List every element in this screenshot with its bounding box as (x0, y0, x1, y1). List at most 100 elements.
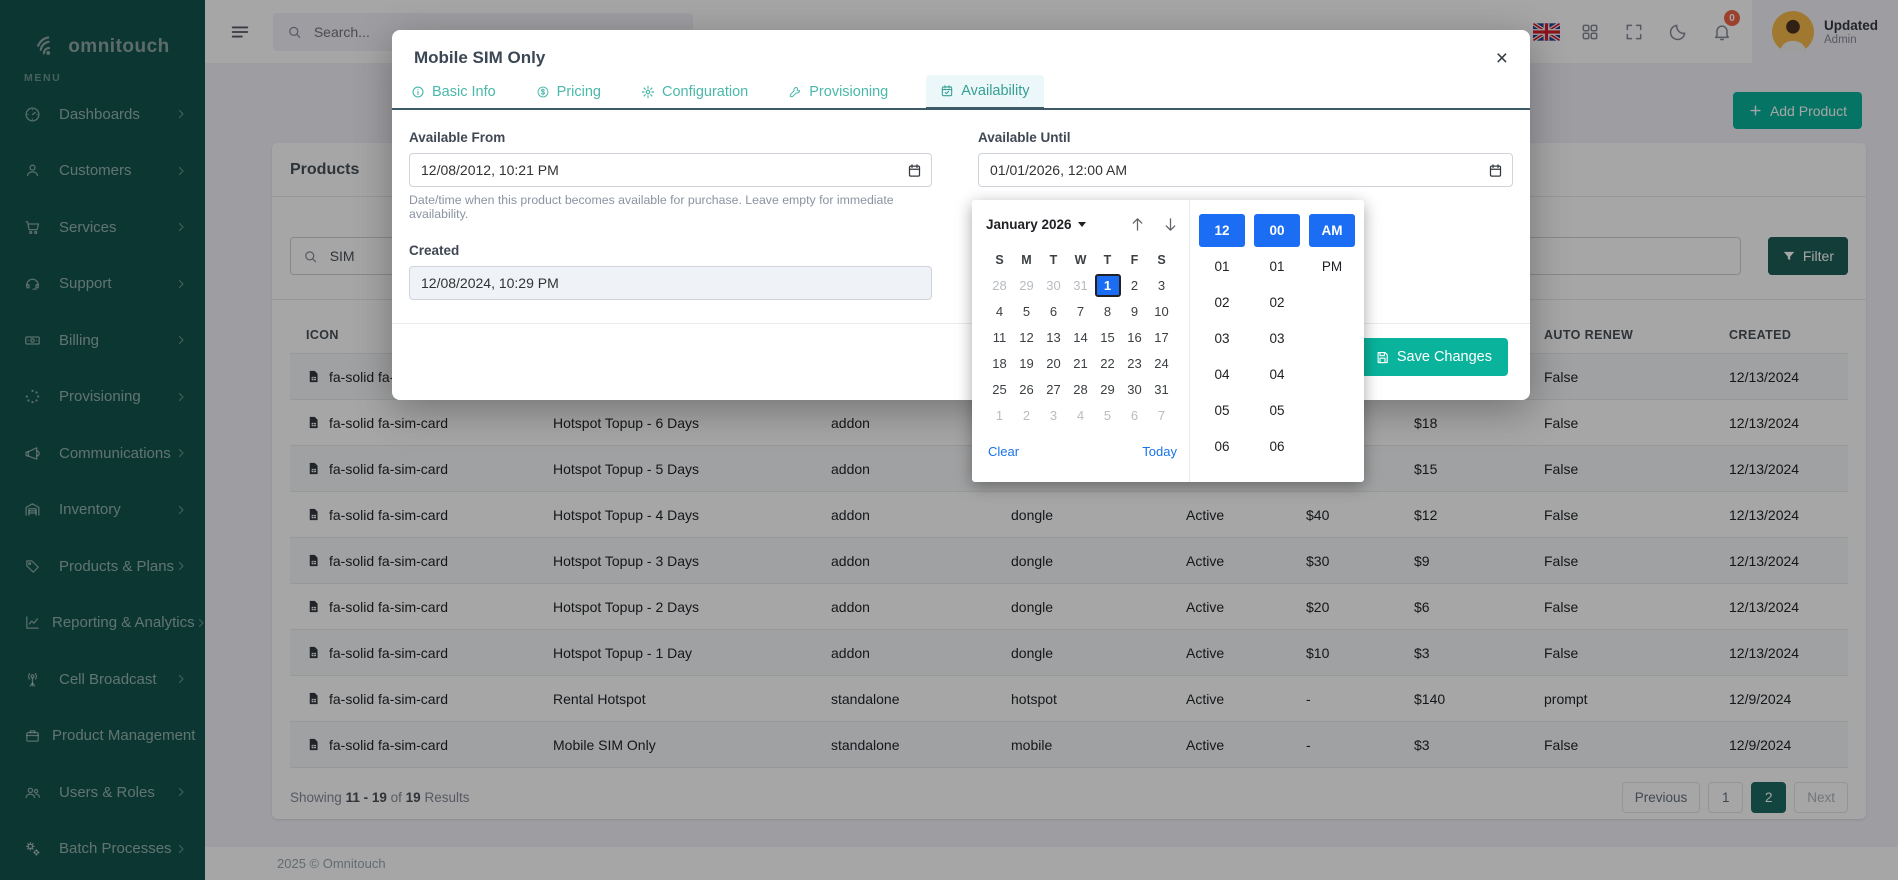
calendar-day[interactable]: 8 (1095, 300, 1121, 323)
calendar-day[interactable]: 15 (1095, 326, 1121, 349)
calendar-day[interactable]: 23 (1122, 352, 1148, 375)
available-from-field (409, 153, 932, 187)
weekday-label: F (1131, 253, 1139, 267)
calendar-week-row: 28293031123 (986, 272, 1179, 298)
calendar-day[interactable]: 27 (1041, 378, 1067, 401)
calendar-day[interactable]: 24 (1149, 352, 1175, 375)
tab-label: Basic Info (432, 84, 496, 100)
tab-pricing[interactable]: Pricing (534, 76, 603, 108)
calendar-day[interactable]: 26 (1014, 378, 1040, 401)
calendar-day[interactable]: 13 (1041, 326, 1067, 349)
hour-option[interactable]: 02 (1199, 286, 1245, 319)
calendar-icon[interactable] (907, 163, 922, 178)
save-icon (1375, 350, 1390, 365)
calendar-day[interactable]: 16 (1122, 326, 1148, 349)
hour-column: 12010203040506 (1199, 214, 1245, 482)
minute-option[interactable]: 01 (1254, 250, 1300, 283)
save-changes-button[interactable]: Save Changes (1359, 338, 1508, 376)
available-until-input[interactable] (979, 162, 1512, 178)
hour-option[interactable]: 01 (1199, 250, 1245, 283)
gear-icon (641, 85, 655, 99)
weekday-label: W (1075, 253, 1087, 267)
calendar-day[interactable]: 7 (1068, 300, 1094, 323)
calendar-day[interactable]: 3 (1149, 274, 1175, 297)
calendar-day[interactable]: 12 (1014, 326, 1040, 349)
minute-option[interactable]: 03 (1254, 322, 1300, 355)
calendar-day[interactable]: 17 (1149, 326, 1175, 349)
calendar-day[interactable]: 31 (1068, 274, 1094, 297)
calendar-week-row: 45678910 (986, 298, 1179, 324)
calendar-day[interactable]: 29 (1014, 274, 1040, 297)
calendar-day[interactable]: 18 (987, 352, 1013, 375)
tab-provisioning[interactable]: Provisioning (786, 76, 890, 108)
calendar-day-selected[interactable]: 1 (1095, 274, 1121, 297)
minute-option[interactable]: 02 (1254, 286, 1300, 319)
calendar-panel: January 2026 SMTWTFS 2829303112345678910… (972, 200, 1189, 482)
next-month-arrow-icon[interactable] (1162, 216, 1179, 233)
available-from-help: Date/time when this product becomes avai… (409, 193, 932, 221)
meridiem-option[interactable]: PM (1309, 250, 1355, 283)
minute-option-selected[interactable]: 00 (1254, 214, 1300, 247)
minute-option[interactable]: 05 (1254, 394, 1300, 427)
calendar-day[interactable]: 25 (987, 378, 1013, 401)
calendar-week-row: 11121314151617 (986, 324, 1179, 350)
calendar-day[interactable]: 30 (1122, 378, 1148, 401)
weekday-label: S (995, 253, 1003, 267)
calendar-day[interactable]: 7 (1149, 404, 1175, 427)
calendar-day[interactable]: 1 (987, 404, 1013, 427)
calendar-grid: 2829303112345678910111213141516171819202… (986, 272, 1179, 428)
calendar-day[interactable]: 9 (1122, 300, 1148, 323)
available-from-input[interactable] (410, 162, 931, 178)
close-icon[interactable]: × (1496, 48, 1508, 69)
minute-option[interactable]: 06 (1254, 430, 1300, 463)
calendar-day[interactable]: 2 (1014, 404, 1040, 427)
created-label: Created (409, 243, 932, 258)
calendar-day[interactable]: 28 (987, 274, 1013, 297)
calendar-day[interactable]: 2 (1122, 274, 1148, 297)
tab-label: Configuration (662, 84, 748, 100)
calendar-day[interactable]: 6 (1041, 300, 1067, 323)
calendar-day[interactable]: 20 (1041, 352, 1067, 375)
calendar-day[interactable]: 10 (1149, 300, 1175, 323)
calendar-day[interactable]: 3 (1041, 404, 1067, 427)
hour-option-selected[interactable]: 12 (1199, 214, 1245, 247)
datetime-picker-popup: January 2026 SMTWTFS 2829303112345678910… (972, 200, 1364, 482)
app-root: { "sidebar": { "brand": "omnitouch", "me… (0, 0, 1898, 880)
calendar-day[interactable]: 28 (1068, 378, 1094, 401)
calendar-day[interactable]: 21 (1068, 352, 1094, 375)
calendar-day[interactable]: 11 (987, 326, 1013, 349)
hour-option[interactable]: 06 (1199, 430, 1245, 463)
calendar-day[interactable]: 22 (1095, 352, 1121, 375)
modal-header: Mobile SIM Only × (392, 30, 1530, 69)
calendar-day[interactable]: 31 (1149, 378, 1175, 401)
tab-label: Availability (961, 83, 1029, 99)
clear-link[interactable]: Clear (988, 444, 1019, 459)
tab-availability[interactable]: Availability (926, 75, 1043, 110)
weekday-header-row: SMTWTFS (986, 248, 1179, 272)
hour-option[interactable]: 04 (1199, 358, 1245, 391)
calendar-day[interactable]: 6 (1122, 404, 1148, 427)
calendar-day[interactable]: 19 (1014, 352, 1040, 375)
created-input (410, 275, 931, 291)
weekday-label: S (1157, 253, 1165, 267)
tab-basic-info[interactable]: Basic Info (409, 76, 498, 108)
hour-option[interactable]: 05 (1199, 394, 1245, 427)
calendar-day[interactable]: 29 (1095, 378, 1121, 401)
calendar-day[interactable]: 4 (1068, 404, 1094, 427)
calendar-day[interactable]: 14 (1068, 326, 1094, 349)
hour-option[interactable]: 03 (1199, 322, 1245, 355)
meridiem-option-selected[interactable]: AM (1309, 214, 1355, 247)
calendar-day[interactable]: 5 (1014, 300, 1040, 323)
previous-month-arrow-icon[interactable] (1129, 216, 1146, 233)
minute-option[interactable]: 04 (1254, 358, 1300, 391)
weekday-label: T (1050, 253, 1058, 267)
calendar-day[interactable]: 30 (1041, 274, 1067, 297)
time-panel: 12010203040506 00010203040506 AMPM (1190, 200, 1364, 482)
calendar-day[interactable]: 5 (1095, 404, 1121, 427)
today-link[interactable]: Today (1142, 444, 1177, 459)
month-year-dropdown[interactable]: January 2026 (986, 217, 1086, 232)
calendar-icon[interactable] (1488, 163, 1503, 178)
calendar-day[interactable]: 4 (987, 300, 1013, 323)
dollar-icon (536, 85, 550, 99)
tab-configuration[interactable]: Configuration (639, 76, 750, 108)
